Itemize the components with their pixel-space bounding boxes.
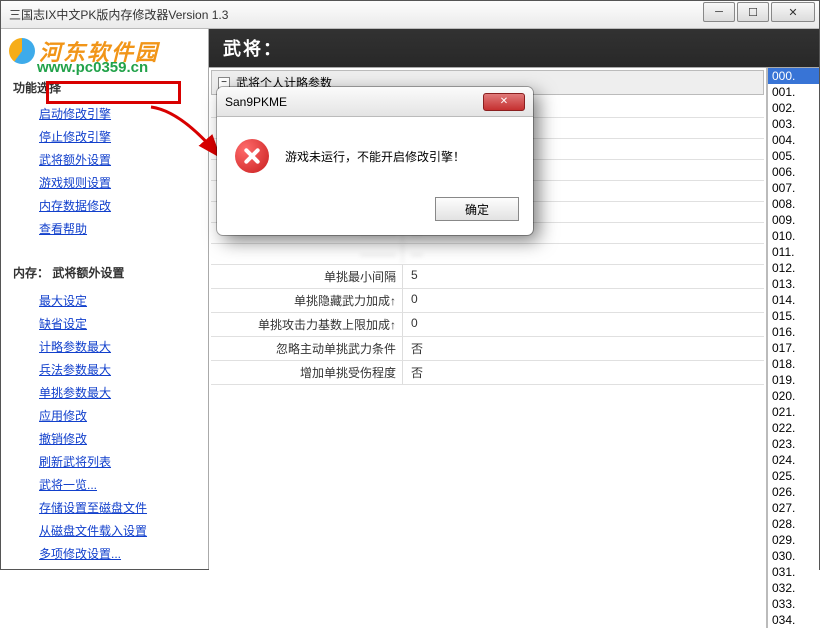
menu-item[interactable]: 停止修改引擎 bbox=[39, 125, 111, 148]
property-label: 忽略主动单挑武力条件 bbox=[211, 337, 403, 360]
list-item[interactable]: 008. bbox=[768, 196, 819, 212]
list-item[interactable]: 028. bbox=[768, 516, 819, 532]
list-item[interactable]: 033. bbox=[768, 596, 819, 612]
list-item[interactable]: 032. bbox=[768, 580, 819, 596]
menu-item[interactable]: 单挑参数最大 bbox=[39, 381, 111, 404]
list-item[interactable]: 014. bbox=[768, 292, 819, 308]
list-item[interactable]: 005. bbox=[768, 148, 819, 164]
menu-item[interactable]: 撤销修改 bbox=[39, 427, 87, 450]
list-item[interactable]: 015. bbox=[768, 308, 819, 324]
table-row[interactable]: 增加单挑受伤程度否 bbox=[211, 361, 764, 385]
menu-item[interactable]: 刷新武将列表 bbox=[39, 450, 111, 473]
menu-item[interactable]: 存储设置至磁盘文件 bbox=[39, 496, 147, 519]
menu-item[interactable]: 缺省设定 bbox=[39, 312, 87, 335]
table-row[interactable]: 忽略主动单挑武力条件否 bbox=[211, 337, 764, 361]
dialog-title: San9PKME bbox=[225, 95, 287, 109]
table-row[interactable]: 单挑最小间隔5 bbox=[211, 265, 764, 289]
function-menu: 启动修改引擎停止修改引擎武将额外设置游戏规则设置内存数据修改查看帮助 bbox=[39, 102, 200, 240]
list-item[interactable]: 012. bbox=[768, 260, 819, 276]
property-label: 单挑隐藏武力加成↑ bbox=[211, 289, 403, 312]
table-row[interactable]: 单挑隐藏武力加成↑0 bbox=[211, 289, 764, 313]
list-item[interactable]: 021. bbox=[768, 404, 819, 420]
list-item[interactable]: 010. bbox=[768, 228, 819, 244]
watermark-url: www.pc0359.cn bbox=[37, 59, 148, 76]
list-item[interactable]: 004. bbox=[768, 132, 819, 148]
list-item[interactable]: 031. bbox=[768, 564, 819, 580]
list-item[interactable]: 009. bbox=[768, 212, 819, 228]
list-item[interactable]: 017. bbox=[768, 340, 819, 356]
menu-item[interactable]: 计略参数最大 bbox=[39, 335, 111, 358]
list-item[interactable]: 025. bbox=[768, 468, 819, 484]
list-item[interactable]: 023. bbox=[768, 436, 819, 452]
list-item[interactable]: 013. bbox=[768, 276, 819, 292]
list-item[interactable]: 026. bbox=[768, 484, 819, 500]
memory-menu: 最大设定缺省设定计略参数最大兵法参数最大单挑参数最大应用修改撤销修改刷新武将列表… bbox=[39, 289, 200, 565]
table-row[interactable]: 单挑攻击力基数上限加成↑0 bbox=[211, 313, 764, 337]
menu-item[interactable]: 游戏规则设置 bbox=[39, 171, 111, 194]
list-item[interactable]: 006. bbox=[768, 164, 819, 180]
error-dialog: San9PKME ✕ 游戏未运行，不能开启修改引擎！ 确定 bbox=[217, 87, 533, 235]
minimize-button[interactable]: ─ bbox=[703, 2, 735, 22]
menu-item[interactable]: 多项修改设置... bbox=[39, 542, 121, 565]
menu-item[interactable]: 最大设定 bbox=[39, 289, 87, 312]
list-item[interactable]: 007. bbox=[768, 180, 819, 196]
menu-item[interactable]: 启动修改引擎 bbox=[39, 102, 111, 125]
dialog-close-button[interactable]: ✕ bbox=[483, 93, 525, 111]
left-panel: 功能选择 启动修改引擎停止修改引擎武将额外设置游戏规则设置内存数据修改查看帮助 … bbox=[1, 29, 209, 569]
section-label-memory: 内存： 武将额外设置 bbox=[13, 264, 200, 281]
menu-item[interactable]: 武将额外设置 bbox=[39, 148, 111, 171]
list-item[interactable]: 027. bbox=[768, 500, 819, 516]
list-item[interactable]: 001. bbox=[768, 84, 819, 100]
property-value[interactable]: 否 bbox=[403, 337, 764, 360]
list-item[interactable]: 018. bbox=[768, 356, 819, 372]
list-item[interactable]: 019. bbox=[768, 372, 819, 388]
property-label: 单挑攻击力基数上限加成↑ bbox=[211, 313, 403, 336]
property-label: 单挑最小间隔 bbox=[211, 265, 403, 288]
property-value[interactable]: 0 bbox=[403, 289, 764, 312]
menu-item[interactable]: 查看帮助 bbox=[39, 217, 87, 240]
dialog-ok-button[interactable]: 确定 bbox=[435, 197, 519, 221]
dialog-message: 游戏未运行，不能开启修改引擎！ bbox=[285, 148, 465, 165]
property-value[interactable]: 否 bbox=[403, 361, 764, 384]
menu-item[interactable]: 从磁盘文件载入设置 bbox=[39, 519, 147, 542]
list-item[interactable]: 002. bbox=[768, 100, 819, 116]
list-item[interactable]: 020. bbox=[768, 388, 819, 404]
list-item[interactable]: 022. bbox=[768, 420, 819, 436]
list-item[interactable]: 000. bbox=[768, 68, 819, 84]
list-item[interactable]: 011. bbox=[768, 244, 819, 260]
list-item[interactable]: 016. bbox=[768, 324, 819, 340]
error-icon bbox=[235, 139, 269, 173]
window-titlebar: 三国志IX中文PK版内存修改器Version 1.3 ─ ☐ ✕ bbox=[1, 1, 819, 29]
property-value[interactable]: 0 bbox=[403, 313, 764, 336]
list-item[interactable]: 003. bbox=[768, 116, 819, 132]
list-item[interactable]: 034. bbox=[768, 612, 819, 628]
dialog-titlebar: San9PKME ✕ bbox=[217, 87, 533, 117]
menu-item[interactable]: 武将一览... bbox=[39, 473, 97, 496]
table-row[interactable]: ———— bbox=[211, 244, 764, 265]
close-button[interactable]: ✕ bbox=[771, 2, 815, 22]
index-list[interactable]: 000.001.002.003.004.005.006.007.008.009.… bbox=[767, 68, 819, 628]
list-item[interactable]: 024. bbox=[768, 452, 819, 468]
menu-item[interactable]: 兵法参数最大 bbox=[39, 358, 111, 381]
property-value[interactable]: 5 bbox=[403, 265, 764, 288]
section-label-functions: 功能选择 bbox=[13, 79, 200, 96]
maximize-button[interactable]: ☐ bbox=[737, 2, 769, 22]
list-item[interactable]: 029. bbox=[768, 532, 819, 548]
right-header: 武将： bbox=[209, 29, 819, 67]
property-label: 增加单挑受伤程度 bbox=[211, 361, 403, 384]
menu-item[interactable]: 内存数据修改 bbox=[39, 194, 111, 217]
list-item[interactable]: 030. bbox=[768, 548, 819, 564]
menu-item[interactable]: 应用修改 bbox=[39, 404, 87, 427]
window-title: 三国志IX中文PK版内存修改器Version 1.3 bbox=[9, 6, 228, 23]
